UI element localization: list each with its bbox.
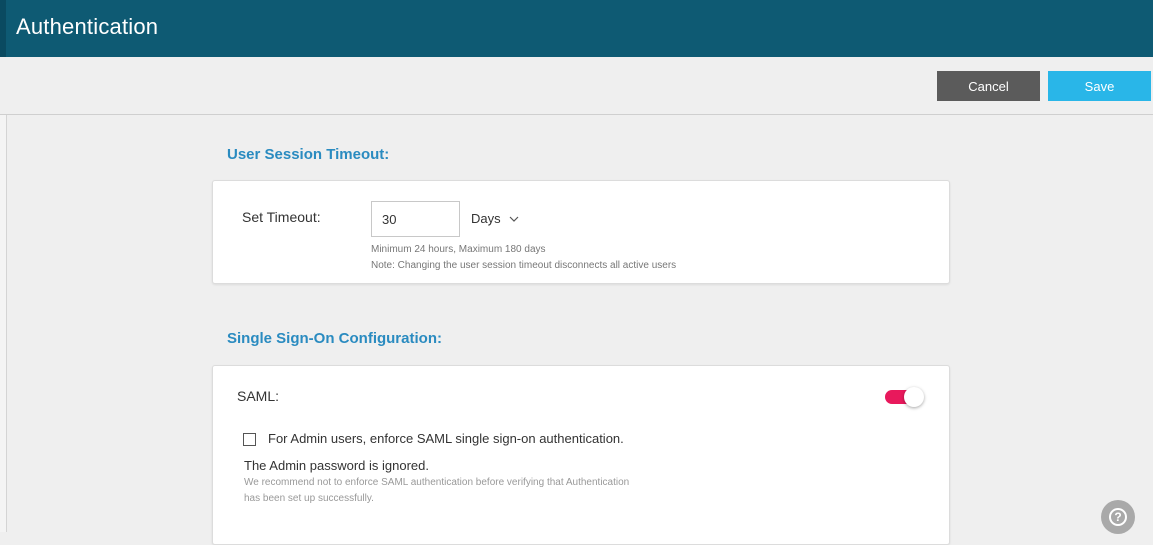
left-edge-panel (0, 115, 7, 532)
timeout-unit-dropdown[interactable]: Days (471, 210, 519, 226)
set-timeout-label: Set Timeout: (242, 209, 321, 225)
session-timeout-card: Set Timeout: Days Minimum 24 hours, Maxi… (212, 180, 950, 284)
page-title: Authentication (16, 14, 159, 39)
admin-password-note: The Admin password is ignored. (244, 458, 429, 473)
timeout-range-hint: Minimum 24 hours, Maximum 180 days (371, 244, 546, 255)
sso-card: SAML: For Admin users, enforce SAML sing… (212, 365, 950, 545)
timeout-unit-value: Days (471, 211, 501, 226)
session-timeout-heading: User Session Timeout: (227, 146, 390, 163)
timeout-value-input[interactable] (371, 201, 460, 237)
saml-label: SAML: (237, 388, 280, 404)
question-icon: ? (1109, 508, 1127, 526)
action-toolbar: Cancel Save (0, 57, 1153, 115)
saml-recommend-line-1: We recommend not to enforce SAML authent… (244, 477, 630, 488)
sso-heading: Single Sign-On Configuration: (227, 330, 442, 347)
chevron-down-icon (509, 210, 519, 225)
save-button[interactable]: Save (1048, 71, 1151, 101)
saml-toggle[interactable] (885, 387, 924, 407)
saml-recommend-line-2: has been set up successfully. (244, 493, 374, 504)
enforce-saml-label: For Admin users, enforce SAML single sig… (268, 431, 624, 446)
toggle-knob (904, 387, 924, 407)
title-bar: Authentication (0, 0, 1153, 57)
timeout-disconnect-note: Note: Changing the user session timeout … (371, 260, 677, 271)
enforce-saml-checkbox[interactable] (243, 433, 256, 446)
help-button[interactable]: ? (1101, 500, 1135, 534)
cancel-button[interactable]: Cancel (937, 71, 1040, 101)
